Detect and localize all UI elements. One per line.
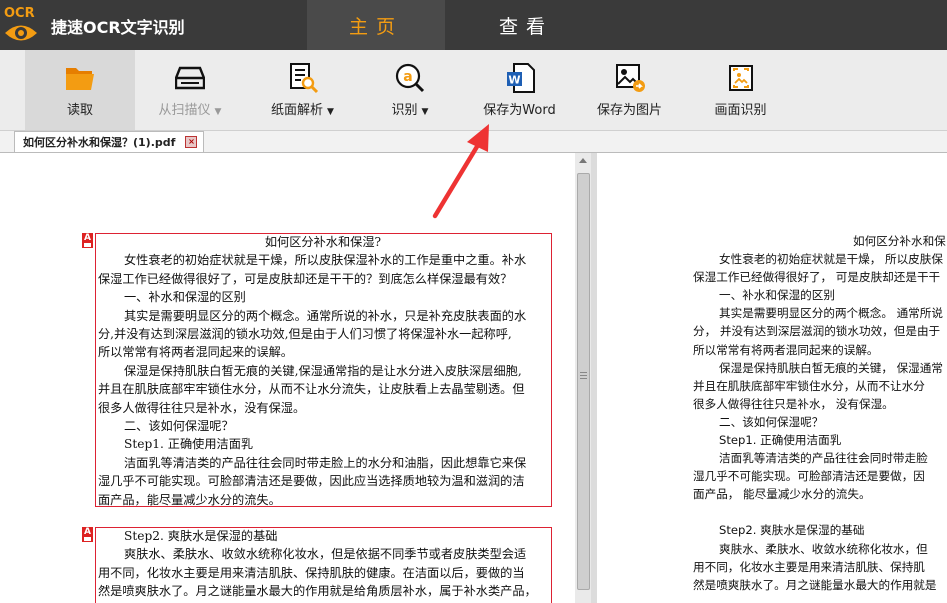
result-heading: 如何区分补水和保 xyxy=(853,234,946,248)
doc-line: Step1. 正确使用洁面乳 xyxy=(124,437,254,452)
doc-line: 一、补水和保湿的区别 xyxy=(124,290,246,305)
close-icon[interactable]: × xyxy=(185,136,198,148)
recognize-icon: a xyxy=(395,63,425,93)
result-line: 所以常常有将两者混同起来的误解。 xyxy=(693,342,879,357)
recognize-button[interactable]: a 识别 ▼ xyxy=(375,50,445,130)
save-image-label: 保存为图片 xyxy=(596,103,662,118)
scan-label: 从扫描仪 xyxy=(158,103,211,118)
doc-line: 湿几乎不可能实现。可脸部清洁还是要做，因此应当选择质地较为温和滋润的洁 xyxy=(98,474,525,489)
document-tab-title: 如何区分补水和保湿？(1).pdf xyxy=(23,136,176,149)
result-line: 女性衰老的初始症状就是干燥， 所以皮肤保 xyxy=(719,252,943,267)
app-logo: OCR xyxy=(2,6,40,46)
parse-button[interactable]: 纸面解析 ▼ xyxy=(255,50,350,130)
doc-line: 二、该如何保湿呢？ xyxy=(124,419,234,434)
svg-text:a: a xyxy=(403,69,412,85)
toolbar: 读取 从扫描仪 ▼ 纸面解析 ▼ a 识别 ▼ W 保存为Word 保存为图片 … xyxy=(0,50,947,131)
eye-icon xyxy=(5,25,37,41)
vertical-scrollbar[interactable] xyxy=(575,153,591,603)
result-line: 很多人做得往往只是补水， 没有保湿。 xyxy=(693,396,894,411)
doc-line: 用不同，化妆水主要是用来清洁肌肤、保持肌肤的健康。在洁面以后，要做的当 xyxy=(98,565,525,580)
text-region-marker-icon: A xyxy=(82,527,93,542)
doc-line: 女性衰老的初始症状就是干燥，所以皮肤保湿补水的工作是重中之重。补水 xyxy=(124,253,527,268)
result-line: 然是喷爽肤水了。月之谜能量水最大的作用就是 xyxy=(693,577,937,592)
doc-line: 保湿是保持肌肤白皙无痕的关键,保湿通常指的是让水分进入皮肤深层细胞, xyxy=(124,363,522,378)
document-search-icon xyxy=(289,63,318,94)
doc-line: 分,并没有达到深层滋润的锁水功效,但是由于人们习惯了将保湿补水一起称呼, xyxy=(98,327,512,342)
recognize-label: 识别 xyxy=(391,103,418,118)
screen-capture-icon xyxy=(728,65,753,91)
result-line: 其实是需要明显区分的两个概念。 通常所说 xyxy=(719,306,943,321)
doc-line: 保湿工作已经做得很好了，可是皮肤却还是干干的？到底怎么样保湿最有效？ xyxy=(98,271,513,286)
dropdown-arrow-icon: ▼ xyxy=(421,107,429,117)
result-line: 洁面乳等清洁类的产品往往会同时带走脸 xyxy=(719,451,928,466)
result-document-pane[interactable]: 如何区分补水和保 女性衰老的初始症状就是干燥， 所以皮肤保 保湿工作已经做得很好… xyxy=(597,153,947,603)
recognized-text: 如何区分补水和保 女性衰老的初始症状就是干燥， 所以皮肤保 保湿工作已经做得很好… xyxy=(693,232,946,594)
result-line: Step2. 爽肤水是保湿的基础 xyxy=(719,523,865,538)
folder-icon xyxy=(66,68,94,90)
grip-icon xyxy=(580,372,587,373)
svg-text:W: W xyxy=(508,74,520,87)
save-image-button[interactable]: 保存为图片 xyxy=(587,50,672,130)
document-tab-strip: 如何区分补水和保湿？(1).pdf × xyxy=(0,131,947,153)
text-region-2: Step2. 爽肤水是保湿的基础 爽肤水、柔肤水、收敛水统称化妆水，但是依据不同… xyxy=(98,527,548,601)
doc-line: Step2. 爽肤水是保湿的基础 xyxy=(124,529,278,543)
tab-home[interactable]: 主页 xyxy=(307,0,445,50)
title-bar: OCR 捷速OCR文字识别 主页 查看 xyxy=(0,0,947,50)
app-title: 捷速OCR文字识别 xyxy=(51,18,185,37)
result-line: 湿几乎不可能实现。可脸部清洁还是要做，因 xyxy=(693,469,925,484)
word-icon: W xyxy=(506,63,535,93)
result-line: 爽肤水、柔肤水、收敛水统称化妆水，但 xyxy=(719,541,928,556)
parse-label: 纸面解析 xyxy=(271,103,324,118)
result-line: 面产品， 能尽量减少水分的流失。 xyxy=(693,487,871,502)
result-line: 并且在肌肤底部牢牢锁住水分，从而不让水分 xyxy=(693,378,925,393)
tab-view[interactable]: 查看 xyxy=(457,0,595,50)
result-line: Step1. 正确使用洁面乳 xyxy=(719,433,842,448)
scan-button[interactable]: 从扫描仪 ▼ xyxy=(145,50,235,130)
save-word-label: 保存为Word xyxy=(483,103,556,118)
result-blank-line xyxy=(693,503,946,521)
result-line: 分， 并没有达到深层滋润的锁水功效，但是由于 xyxy=(693,324,941,339)
doc-heading: 如何区分补水和保湿? xyxy=(264,235,382,249)
doc-line: 爽肤水、柔肤水、收敛水统称化妆水，但是依据不同季节或者皮肤类型会适 xyxy=(124,547,527,562)
scanner-icon xyxy=(175,66,205,90)
result-line: 二、该如何保湿呢？ xyxy=(719,414,824,429)
result-line: 保湿是保持肌肤白皙无痕的关键， 保湿通常 xyxy=(719,360,943,375)
result-line: 用不同，化妆水主要是用来清洁肌肤、保持肌 xyxy=(693,559,925,574)
screen-ocr-label: 画面识别 xyxy=(714,103,767,118)
doc-line: 所以常常有将两者混同起来的误解。 xyxy=(98,345,293,360)
doc-line: 洁面乳等清洁类的产品往往会同时带走脸上的水分和油脂，因此想靠它来保 xyxy=(124,455,527,470)
doc-line: 然是喷爽肤水了。月之谜能量水最大的作用就是给角质层补水，属于补水类产品， xyxy=(98,584,537,599)
dropdown-arrow-icon: ▼ xyxy=(214,107,222,117)
source-document-pane[interactable]: A 如何区分补水和保湿? 女性衰老的初始症状就是干燥，所以皮肤保湿补水的工作是重… xyxy=(0,153,576,603)
dropdown-arrow-icon: ▼ xyxy=(327,107,334,117)
read-label: 读取 xyxy=(66,103,93,118)
doc-line: 其实是需要明显区分的两个概念。通常所说的补水，只是补充皮肤表面的水 xyxy=(124,308,527,323)
logo-text: OCR xyxy=(4,6,35,21)
save-image-icon xyxy=(615,64,645,92)
text-region-marker-icon: A xyxy=(82,233,93,248)
doc-line: 很多人做得往往只是补水，没有保湿。 xyxy=(98,400,306,415)
read-button[interactable]: 读取 xyxy=(25,50,135,130)
result-line: 保湿工作已经做得很好了， 可是皮肤却还是干干 xyxy=(693,270,941,285)
doc-line: 面产品，能尽量减少水分的流失。 xyxy=(98,492,281,507)
document-tab[interactable]: 如何区分补水和保湿？(1).pdf × xyxy=(14,131,205,152)
save-word-button[interactable]: W 保存为Word xyxy=(472,50,567,130)
scroll-thumb[interactable] xyxy=(577,173,590,590)
screen-ocr-button[interactable]: 画面识别 xyxy=(703,50,778,130)
result-line: 一、补水和保湿的区别 xyxy=(719,288,835,303)
doc-line: 并且在肌肤底部牢牢锁住水分，从而不让水分流失，让皮肤看上去晶莹剔透。但 xyxy=(98,382,525,397)
scroll-up-icon[interactable] xyxy=(579,158,587,163)
text-region-1: 如何区分补水和保湿? 女性衰老的初始症状就是干燥，所以皮肤保湿补水的工作是重中之… xyxy=(98,233,548,509)
